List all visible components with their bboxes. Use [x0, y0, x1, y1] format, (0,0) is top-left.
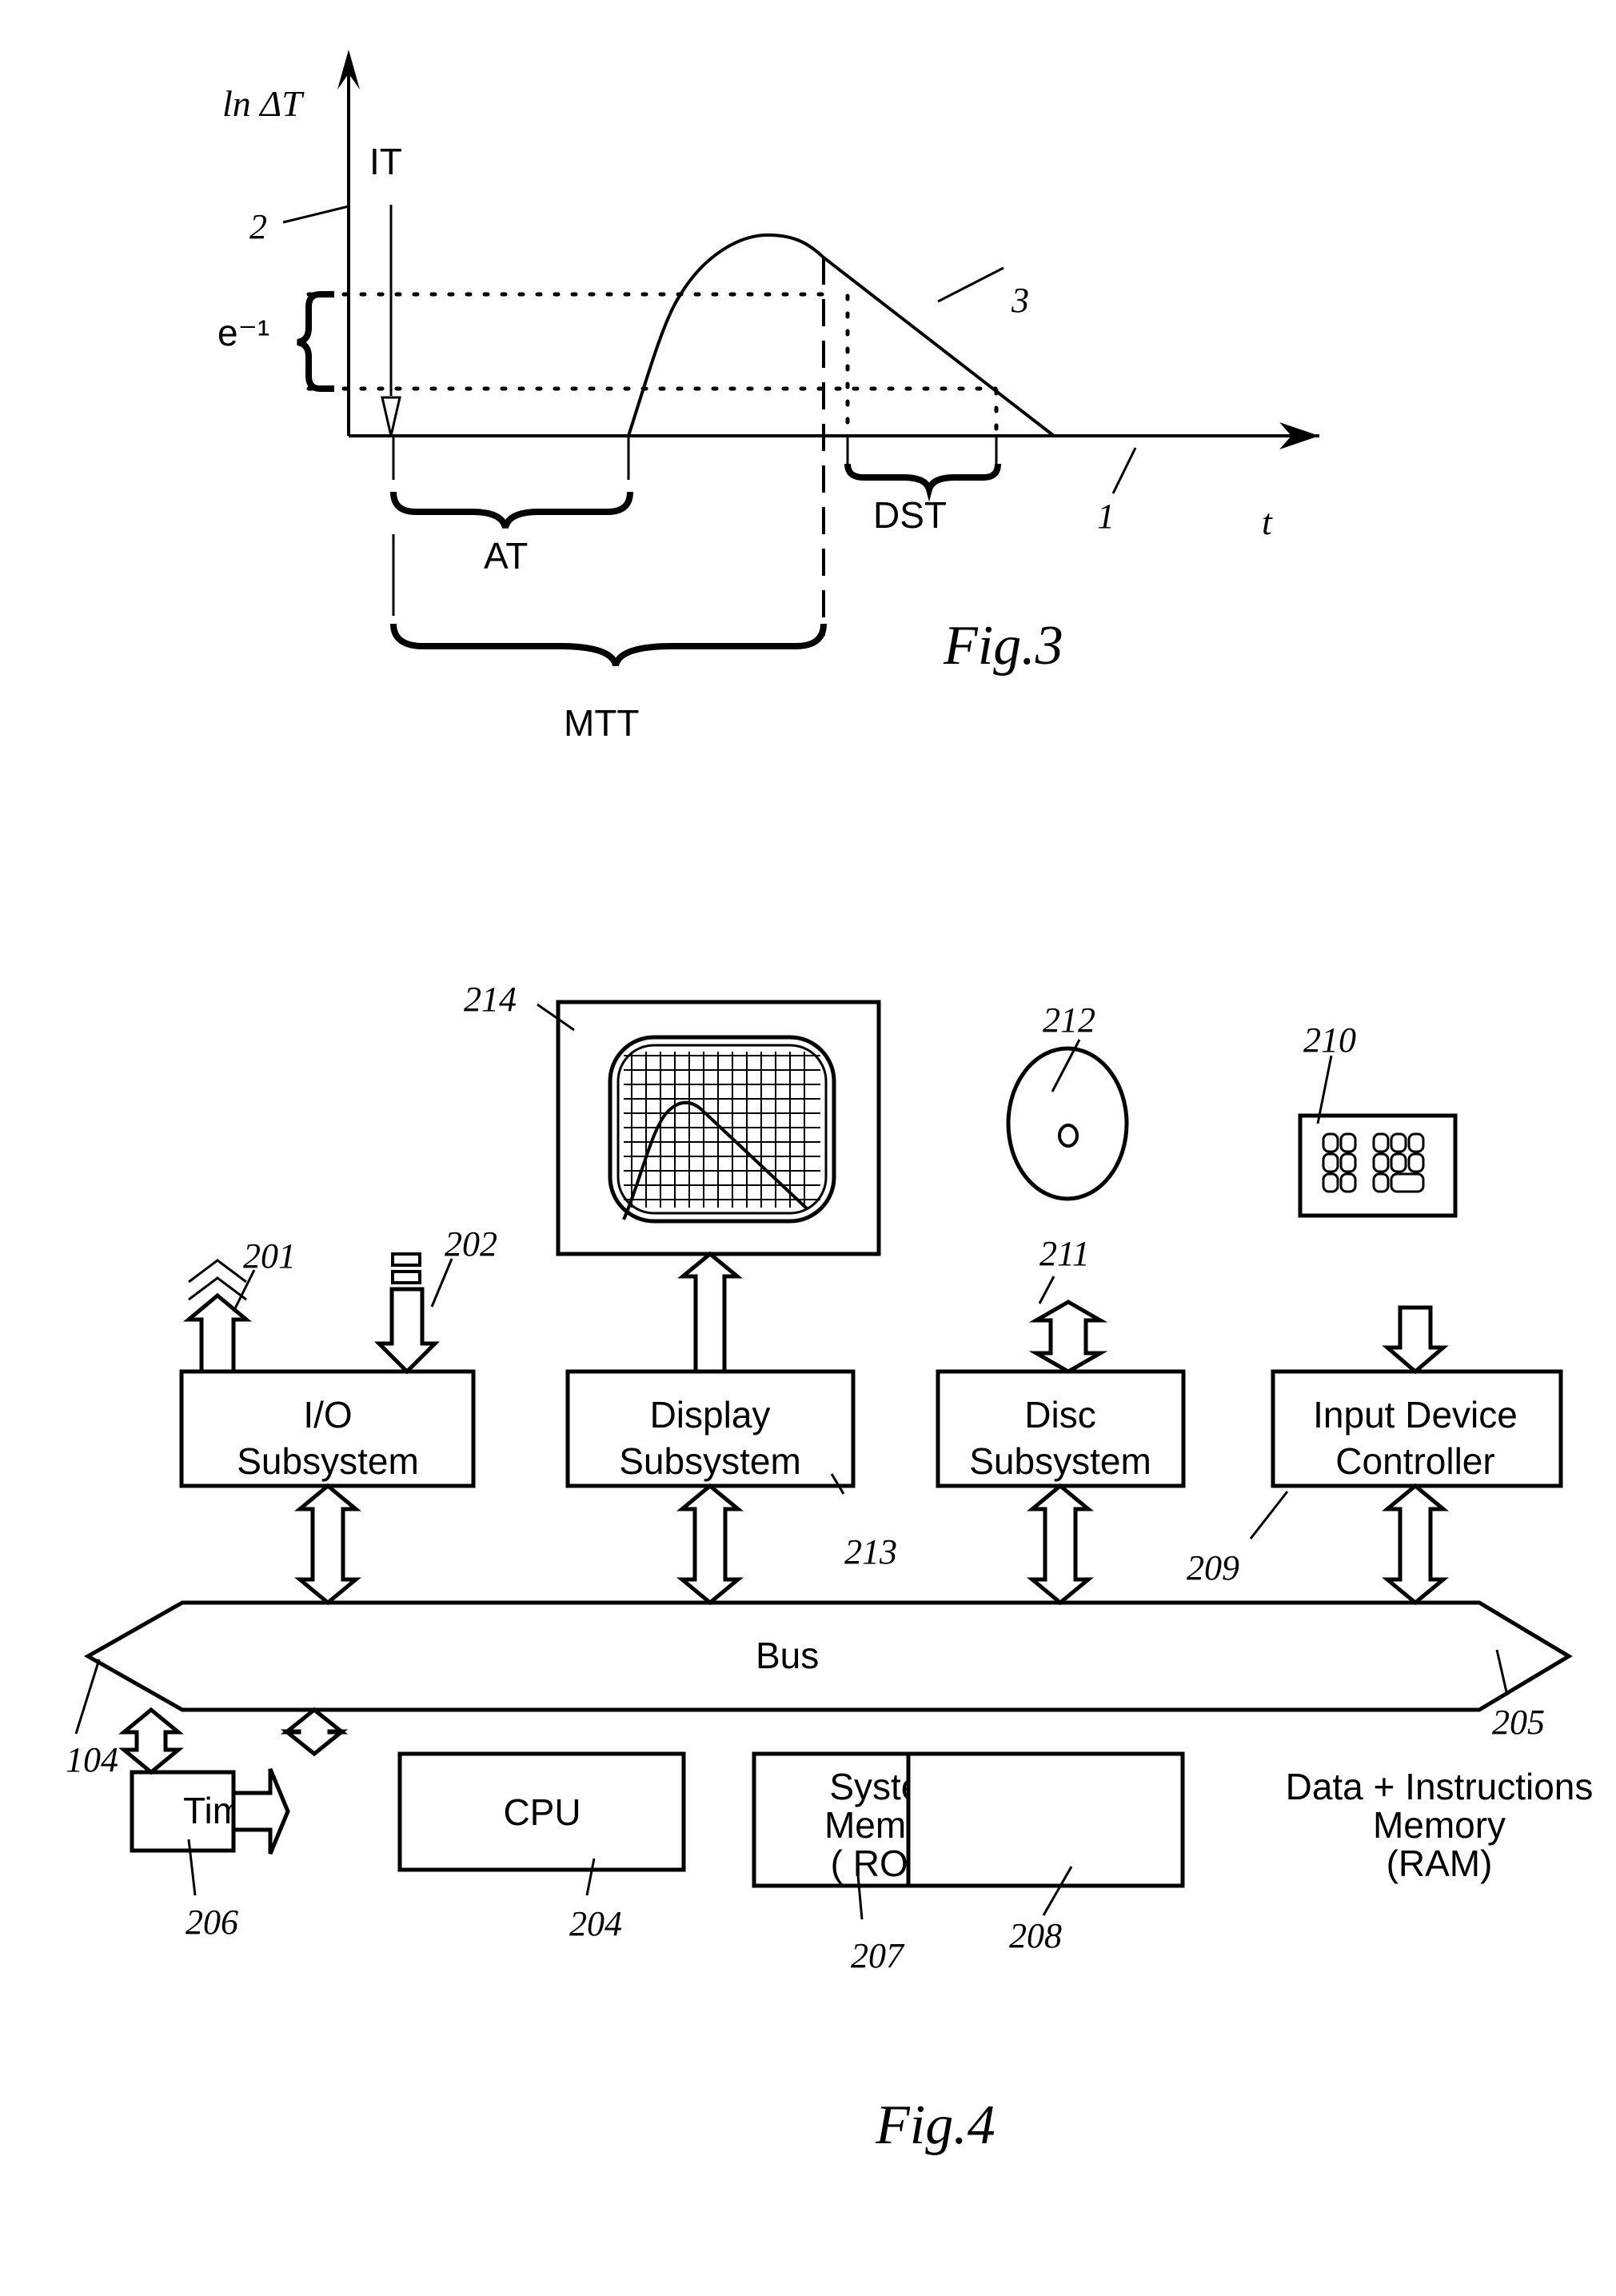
cpu-label: CPU	[503, 1791, 581, 1833]
input-card-icon	[391, 1270, 421, 1284]
ref-207: 207	[851, 1936, 905, 1975]
io-subsystem-line1: I/O	[303, 1394, 352, 1435]
it-arrowhead-icon	[381, 396, 401, 437]
input-card-icon	[391, 1252, 421, 1267]
at-brace	[390, 491, 633, 529]
keypad-key-icon	[1339, 1172, 1357, 1193]
dst-brace	[844, 463, 1001, 502]
ram-line2: Memory	[1373, 1804, 1506, 1846]
ref-214: 214	[464, 980, 517, 1019]
mtt-label: MTT	[564, 702, 640, 744]
ref-209-leader	[1249, 1491, 1289, 1539]
disc-subsystem-to-disc-double-arrow	[1028, 1300, 1108, 1374]
ref-205: 205	[1492, 1703, 1545, 1742]
keypad-key-icon	[1322, 1152, 1339, 1173]
ref-3: 3	[1011, 281, 1029, 320]
ref-208: 208	[1009, 1916, 1062, 1955]
ram-line3: (RAM)	[1387, 1843, 1493, 1884]
io-bus-double-arrow	[294, 1483, 361, 1606]
display-to-monitor-arrow	[677, 1251, 743, 1374]
keypad-key-icon	[1339, 1152, 1357, 1173]
keypad-key-icon	[1372, 1152, 1390, 1173]
ref-201: 201	[243, 1236, 296, 1276]
ref-2: 2	[249, 207, 267, 246]
fig3: ln ΔT t IT e⁻¹ AT MTT DST 2 3 1 Fig.3	[217, 50, 1319, 744]
ref-1: 1	[1097, 497, 1115, 536]
mtt-brace	[390, 623, 827, 667]
patent-drawing-sheet: ln ΔT t IT e⁻¹ AT MTT DST 2 3 1 Fig.3 Bu…	[66, 50, 1593, 2156]
ref-212: 212	[1043, 1000, 1095, 1040]
x-axis-label: t	[1262, 501, 1273, 542]
bus-label: Bus	[756, 1635, 819, 1676]
io-output-arrow	[183, 1292, 252, 1374]
ref-213: 213	[844, 1532, 897, 1571]
at-label: AT	[484, 535, 528, 577]
keypad-key-icon	[1322, 1132, 1339, 1153]
input-device-controller-line1: Input Device	[1313, 1394, 1518, 1435]
disc-subsystem-line2: Subsystem	[969, 1440, 1151, 1482]
ref-202: 202	[445, 1224, 497, 1264]
ref-2-leader	[282, 205, 349, 224]
e-inverse-label: e⁻¹	[217, 312, 269, 353]
io-subsystem-line2: Subsystem	[237, 1440, 419, 1482]
display-subsystem-line2: Subsystem	[619, 1440, 801, 1482]
ram-line1: Data + Instructions	[1286, 1766, 1594, 1807]
keypad-key-icon	[1407, 1152, 1425, 1173]
keypad-key-icon	[1390, 1172, 1425, 1193]
ref-211-leader	[1038, 1276, 1055, 1304]
cpu-bus-double-arrow	[280, 1707, 349, 1757]
display-bus-double-arrow	[676, 1483, 744, 1606]
fig4: Bus 104 205 I/O Subsystem Display Subsys…	[66, 980, 1593, 2156]
io-input-arrow	[373, 1287, 441, 1375]
keypad-key-icon	[1390, 1152, 1407, 1173]
data-instructions-memory-ram-block	[906, 1751, 1185, 1888]
ref-210: 210	[1303, 1020, 1356, 1060]
keypad-key-icon	[1390, 1132, 1407, 1153]
keypad-keys	[1322, 1132, 1425, 1193]
disc-hole-icon	[1058, 1124, 1079, 1148]
keypad-to-controller-arrow	[1382, 1305, 1449, 1375]
keypad-key-icon	[1372, 1172, 1390, 1193]
display-subsystem-line1: Display	[650, 1394, 771, 1435]
fig3-caption: Fig.3	[943, 615, 1063, 677]
ref-209: 209	[1187, 1548, 1239, 1587]
input-bus-double-arrow	[1382, 1483, 1449, 1606]
ref-104-leader	[74, 1659, 101, 1735]
disc-bus-double-arrow	[1027, 1483, 1094, 1606]
dst-label: DST	[873, 494, 947, 536]
timer-to-cpu-arrow	[231, 1768, 290, 1855]
bus-bar	[83, 1600, 1573, 1712]
fig4-caption: Fig.4	[875, 2094, 996, 2156]
keypad-key-icon	[1407, 1132, 1425, 1153]
it-label: IT	[369, 141, 402, 182]
disc-device	[1006, 1046, 1129, 1201]
ref-202-leader	[430, 1258, 453, 1308]
keypad-key-icon	[1372, 1132, 1390, 1153]
timer-bus-double-arrow	[118, 1707, 184, 1775]
ref-206: 206	[186, 1903, 238, 1942]
disc-subsystem-line1: Disc	[1024, 1394, 1095, 1435]
input-device-controller-line2: Controller	[1335, 1440, 1494, 1482]
ref-104: 104	[66, 1740, 118, 1779]
temperature-curve	[627, 233, 1055, 437]
ref-204: 204	[569, 1904, 622, 1943]
ref-3-leader	[937, 266, 1004, 303]
y-axis-label: ln ΔT	[222, 83, 305, 124]
ref-1-leader	[1111, 447, 1137, 494]
ref-201-leader	[232, 1269, 256, 1312]
keypad-key-icon	[1339, 1132, 1357, 1153]
ref-211: 211	[1039, 1234, 1090, 1273]
keypad-key-icon	[1322, 1172, 1339, 1193]
e-inverse-brace	[297, 291, 334, 392]
ref-210-leader	[1316, 1055, 1333, 1124]
